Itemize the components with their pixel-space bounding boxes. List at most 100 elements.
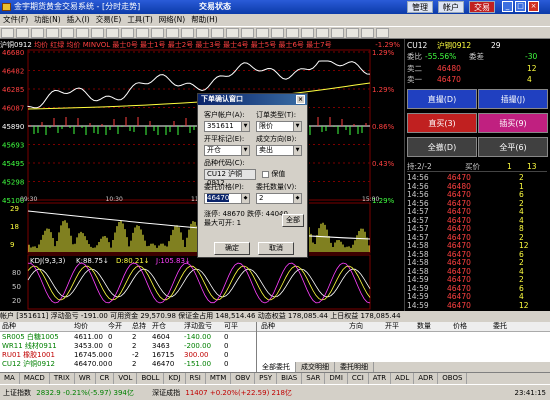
toolbar-button-icon[interactable] (31, 28, 44, 38)
toolbar-button-icon[interactable] (16, 28, 29, 38)
toolbar-button-icon[interactable] (76, 28, 89, 38)
direction-dropdown-icon[interactable]: ▼ (293, 146, 301, 155)
indicator-tab[interactable]: CR (96, 373, 115, 384)
manage-button[interactable]: 管理 (407, 1, 433, 13)
indicator-tab[interactable]: MACD (20, 373, 50, 384)
toolbar-button-icon[interactable] (196, 28, 209, 38)
close-all-button[interactable]: 全平(6) (478, 137, 548, 157)
indicator-tab[interactable]: TRIX (50, 373, 75, 384)
toolbar-button-icon[interactable] (46, 28, 59, 38)
indicator-tab[interactable]: MA (0, 373, 20, 384)
indicator-tab[interactable]: VOL (114, 373, 138, 384)
orders-tab[interactable]: 委托明细 (335, 362, 374, 372)
toolbar-button-icon[interactable] (301, 28, 314, 38)
account-select[interactable]: 351611 ▼ (204, 121, 250, 132)
orders-col-header[interactable]: 委托 (493, 322, 507, 331)
price-spin-icon[interactable]: ◆ (241, 194, 249, 203)
hedge-checkbox[interactable]: 保值 (262, 170, 285, 179)
hedge-check-icon[interactable] (262, 170, 269, 178)
menu-help[interactable]: 帮助(H) (188, 15, 221, 24)
trade-button[interactable]: 交易 (469, 1, 495, 13)
positions-col-header[interactable]: 今开 (108, 322, 122, 331)
indicator-tab[interactable]: WR (75, 373, 96, 384)
menu-file[interactable]: 文件(F) (0, 15, 31, 24)
toolbar-button-icon[interactable] (211, 28, 224, 38)
direct-buy-button[interactable]: 直买(3) (407, 113, 477, 133)
indicator-tab[interactable]: BIAS (277, 373, 303, 384)
all-quantity-button[interactable]: 全部 (282, 214, 304, 227)
indicator-tab[interactable]: MTM (206, 373, 232, 384)
insert-fill-button[interactable]: 插撮(J) (478, 89, 548, 109)
price-input[interactable]: 46470 ◆ (204, 193, 250, 204)
indicator-tab[interactable]: KDJ (164, 373, 186, 384)
order-type-select[interactable]: 限价 ▼ (256, 121, 302, 132)
positions-col-header[interactable]: 品种 (2, 322, 16, 331)
indicator-tab[interactable]: CCI (348, 373, 369, 384)
menu-tools[interactable]: 工具(T) (124, 15, 155, 24)
toolbar-button-icon[interactable] (106, 28, 119, 38)
positions-col-header[interactable]: 可平 (224, 322, 238, 331)
menu-function[interactable]: 功能(N) (31, 15, 63, 24)
toolbar-button-icon[interactable] (91, 28, 104, 38)
order-type-dropdown-icon[interactable]: ▼ (293, 122, 301, 131)
indicator-tab[interactable]: OBOS (438, 373, 468, 384)
positions-col-header[interactable]: 浮动盈亏 (184, 322, 212, 331)
orders-col-header[interactable]: 数量 (417, 322, 431, 331)
indicator-tab[interactable]: ADR (414, 373, 439, 384)
positions-col-header[interactable]: 总持 (132, 322, 146, 331)
toolbar-button-icon[interactable] (166, 28, 179, 38)
direct-fill-button[interactable]: 直撮(D) (407, 89, 477, 109)
indicator-tab[interactable]: DMI (325, 373, 348, 384)
positions-col-header[interactable]: 均价 (74, 322, 88, 331)
insert-buy-button[interactable]: 插买(9) (478, 113, 548, 133)
open-close-dropdown-icon[interactable]: ▼ (241, 146, 249, 155)
toolbar-button-icon[interactable] (346, 28, 359, 38)
toolbar-button-icon[interactable] (286, 28, 299, 38)
toolbar-button-icon[interactable] (241, 28, 254, 38)
dialog-close-icon[interactable]: × (296, 95, 305, 104)
minimize-icon[interactable]: _ (502, 1, 513, 12)
indicator-tab[interactable]: ATR (369, 373, 392, 384)
positions-col-header[interactable]: 开仓 (152, 322, 166, 331)
toolbar-button-icon[interactable] (1, 28, 14, 38)
orders-tab[interactable]: 成交明细 (296, 362, 335, 372)
toolbar-button-icon[interactable] (271, 28, 284, 38)
orders-col-header[interactable]: 开平 (385, 322, 399, 331)
table-row[interactable]: WR11 线材0911 3453.00 0 2 3463 -200.00 0 (0, 342, 256, 351)
menu-trade[interactable]: 交易(E) (93, 15, 125, 24)
toolbar-button-icon[interactable] (226, 28, 239, 38)
indicator-tab[interactable]: PSY (255, 373, 278, 384)
table-row[interactable]: CU12 沪铜0912 46470.00 0 2 46470 -151.00 0 (0, 360, 256, 369)
orders-tab[interactable]: 全部委托 (257, 362, 296, 372)
toolbar-button-icon[interactable] (121, 28, 134, 38)
toolbar-button-icon[interactable] (376, 28, 389, 38)
table-row[interactable]: SR005 白糖1005 4611.00 0 2 4604 -140.00 0 (0, 333, 256, 342)
indicator-tab[interactable]: OBV (231, 373, 256, 384)
toolbar-button-icon[interactable] (151, 28, 164, 38)
maximize-icon[interactable]: □ (515, 1, 526, 12)
toolbar-button-icon[interactable] (256, 28, 269, 38)
toolbar-button-icon[interactable] (136, 28, 149, 38)
toolbar-button-icon[interactable] (181, 28, 194, 38)
orders-col-header[interactable]: 品种 (261, 322, 275, 331)
toolbar-button-icon[interactable] (61, 28, 74, 38)
indicator-tab[interactable]: ADL (391, 373, 415, 384)
account-button[interactable]: 帐户 (438, 1, 464, 13)
menu-insert[interactable]: 插入(I) (64, 15, 93, 24)
indicator-tab[interactable]: BOLL (137, 373, 165, 384)
table-row[interactable]: RU01 橡胶1001 16745.00 0 -2 16715 300.00 0 (0, 351, 256, 360)
cancel-button[interactable]: 取消 (258, 242, 294, 255)
qty-input[interactable]: 2 ◆ (256, 193, 302, 204)
cancel-all-button[interactable]: 全撤(D) (407, 137, 477, 157)
qty-spin-icon[interactable]: ◆ (293, 194, 301, 203)
close-icon[interactable]: × (528, 1, 539, 12)
direction-select[interactable]: 卖出 ▼ (256, 145, 302, 156)
toolbar-button-icon[interactable] (331, 28, 344, 38)
orders-col-header[interactable]: 方向 (349, 322, 363, 331)
toolbar-button-icon[interactable] (361, 28, 374, 38)
confirm-button[interactable]: 确定 (214, 242, 250, 255)
indicator-tab[interactable]: RSI (186, 373, 206, 384)
account-dropdown-icon[interactable]: ▼ (241, 122, 249, 131)
open-close-select[interactable]: 开仓 ▼ (204, 145, 250, 156)
menu-network[interactable]: 网络(N) (156, 15, 188, 24)
